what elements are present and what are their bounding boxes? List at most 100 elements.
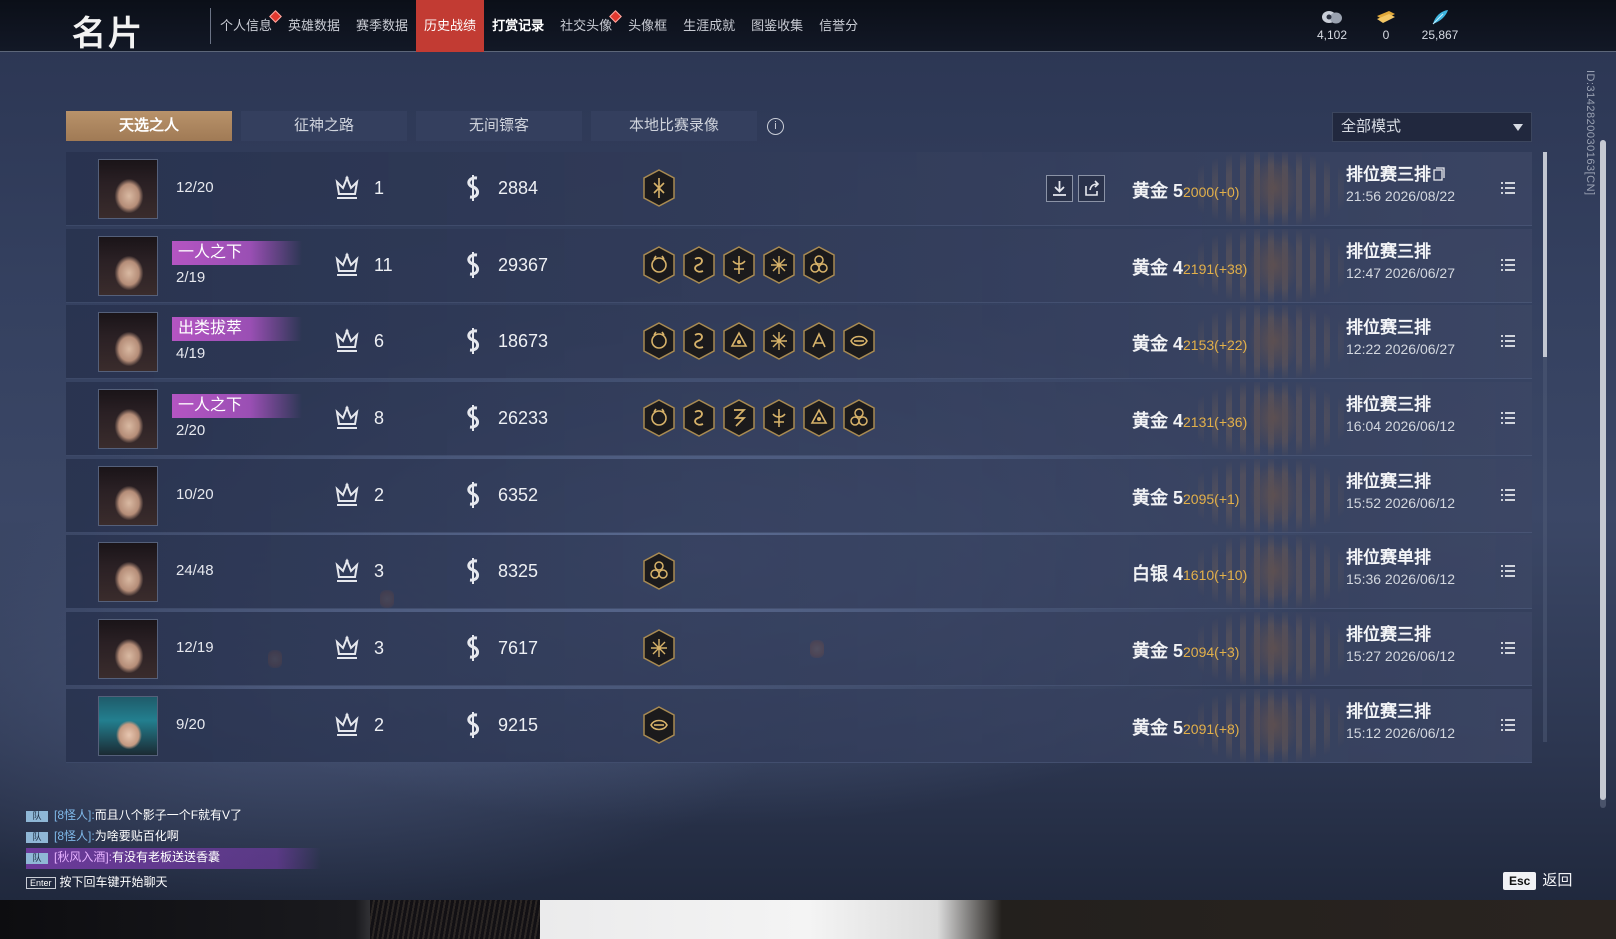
achievement-hex-icon[interactable] [682, 245, 716, 285]
tab-nav-9[interactable]: 信誉分 [811, 0, 866, 52]
download-button[interactable] [1046, 175, 1073, 202]
tab-nav-2[interactable]: 赛季数据 [348, 0, 416, 52]
achievement-list [642, 321, 882, 361]
tier-name: 黄金 5 [1132, 181, 1184, 201]
placement-rank: 1 [374, 178, 385, 198]
tab-local-replay[interactable]: 本地比赛录像 [591, 111, 757, 141]
page-scrollbar[interactable] [1600, 140, 1606, 808]
achievement-hex-icon[interactable] [642, 551, 676, 591]
nav-label: 图鉴收集 [751, 18, 804, 33]
tier-name: 黄金 4 [1132, 334, 1184, 355]
tab-nav-0[interactable]: 个人信息 [212, 0, 282, 52]
back-button[interactable]: Esc 返回 [1503, 869, 1572, 890]
tab-wujian[interactable]: 无间镖客 [416, 111, 582, 141]
achievement-hex-icon[interactable] [642, 168, 676, 208]
chevron-down-icon [1513, 124, 1523, 131]
mode-select[interactable]: 全部模式 [1332, 112, 1532, 142]
eye-coin-icon [1322, 11, 1342, 24]
achievement-hex-icon[interactable] [802, 398, 836, 438]
score-coin-icon [467, 175, 479, 201]
share-button[interactable] [1078, 175, 1105, 202]
honor-title-badge: 一人之下 [172, 394, 302, 419]
score-coin-icon [467, 328, 479, 355]
achievement-hex-icon[interactable] [642, 245, 676, 285]
list-menu-icon[interactable] [1500, 640, 1516, 656]
score-coin-icon [467, 558, 479, 585]
list-scrollbar-thumb[interactable] [1543, 152, 1547, 357]
page-scrollbar-thumb[interactable] [1600, 140, 1606, 800]
kda-text: 9/20 [176, 715, 206, 733]
achievement-hex-icon[interactable] [762, 245, 796, 285]
chat-sender[interactable]: [秋风入酒]: [54, 850, 112, 864]
avatar [98, 542, 158, 603]
match-type-label: 排位赛三排 [1346, 625, 1431, 645]
match-score: 26233 [498, 408, 549, 429]
match-type-label: 排位赛三排 [1346, 318, 1431, 338]
avatar [98, 465, 158, 526]
list-menu-icon[interactable] [1500, 410, 1516, 426]
tab-nav-1[interactable]: 英雄数据 [280, 0, 348, 52]
achievement-hex-icon[interactable] [642, 321, 676, 361]
list-menu-icon[interactable] [1500, 257, 1516, 273]
achievement-hex-icon[interactable] [722, 321, 756, 361]
match-timestamp: 15:36 2026/06/12 [1346, 571, 1455, 588]
team-channel-icon: 队 [26, 853, 48, 864]
tab-nav-5[interactable]: 社交头像 [552, 0, 622, 52]
tab-zhengshen[interactable]: 征神之路 [241, 111, 407, 141]
enter-key-icon: Enter [26, 877, 56, 889]
nav-label: 生涯成就 [683, 18, 736, 33]
chat-sender[interactable]: [8怪人]: [54, 829, 95, 843]
info-icon[interactable]: i [767, 118, 784, 135]
achievement-hex-icon[interactable] [762, 321, 796, 361]
nav-label: 头像框 [628, 18, 668, 33]
chat-hint[interactable]: Enter 按下回车键开始聊天 [26, 873, 321, 890]
achievement-hex-icon[interactable] [842, 321, 876, 361]
match-type: 排位赛三排 [1346, 390, 1431, 415]
match-row[interactable]: 一人之下 2/20 8 26233 黄金 42131(+36) 排位赛三排 16:04 20… [66, 382, 1532, 457]
nav-label: 社交头像 [560, 18, 613, 33]
achievement-hex-icon[interactable] [762, 398, 796, 438]
match-row[interactable]: 12/19 3 7617 黄金 52094(+3) 排位赛三排 15:27 2026/06… [66, 612, 1532, 687]
match-row[interactable]: 9/20 2 9215 黄金 52091(+8) 排位赛三排 15:12 2026/06/… [66, 688, 1532, 763]
list-menu-icon[interactable] [1500, 333, 1516, 349]
match-row[interactable]: 出类拔萃 4/19 6 18673 黄金 42153(+22) 排位赛三排 12:22 20… [66, 305, 1532, 380]
kda-text: 12/19 [176, 639, 214, 657]
match-row[interactable]: 12/20 1 2884 黄金 52000(+0) 排位赛三排 21:56 2026/08… [66, 152, 1532, 226]
tier-label: 黄金 52000(+0) [1132, 177, 1239, 203]
tab-nav-4[interactable]: 打赏记录 [484, 0, 552, 52]
achievement-hex-icon[interactable] [682, 398, 716, 438]
achievement-hex-icon[interactable] [722, 398, 756, 438]
match-row[interactable]: 24/48 3 8325 白银 41610(+10) 排位赛单排 15:36 2026/0… [66, 535, 1532, 610]
match-type-label: 排位赛三排 [1346, 701, 1431, 721]
tier-points: 1610(+10) [1183, 567, 1248, 584]
tier-points: 2131(+36) [1183, 414, 1248, 431]
match-row[interactable]: 10/20 2 6352 黄金 52095(+1) 排位赛三排 15:52 2026/06… [66, 458, 1532, 533]
placement-rank: 3 [374, 638, 385, 659]
achievement-hex-icon[interactable] [842, 398, 876, 438]
match-type: 排位赛三排 [1346, 160, 1445, 185]
achievement-list [642, 551, 682, 591]
achievement-hex-icon[interactable] [642, 398, 676, 438]
achievement-list [642, 168, 682, 208]
list-menu-icon[interactable] [1500, 563, 1516, 579]
achievement-hex-icon[interactable] [642, 705, 676, 745]
list-menu-icon[interactable] [1500, 180, 1516, 196]
achievement-hex-icon[interactable] [642, 628, 676, 668]
achievement-hex-icon[interactable] [682, 321, 716, 361]
achievement-hex-icon[interactable] [722, 245, 756, 285]
chat-sender[interactable]: [8怪人]: [54, 808, 95, 822]
tier-label: 黄金 42153(+22) [1132, 330, 1247, 356]
honor-title-badge: 一人之下 [172, 240, 302, 265]
tab-nav-7[interactable]: 生涯成就 [675, 0, 743, 52]
list-menu-icon[interactable] [1500, 487, 1516, 503]
match-row[interactable]: 一人之下 2/19 11 29367 黄金 42191(+38) 排位赛三排 12:47 2… [66, 228, 1532, 303]
tab-nav-3[interactable]: 历史战绩 [416, 0, 485, 52]
achievement-list [642, 398, 882, 438]
list-scrollbar[interactable] [1543, 152, 1547, 742]
list-menu-icon[interactable] [1500, 717, 1516, 733]
achievement-hex-icon[interactable] [802, 245, 836, 285]
achievement-hex-icon[interactable] [802, 321, 836, 361]
tab-nav-6[interactable]: 头像框 [620, 0, 675, 52]
tab-tianxuan[interactable]: 天选之人 [66, 111, 232, 141]
tab-nav-8[interactable]: 图鉴收集 [743, 0, 811, 52]
